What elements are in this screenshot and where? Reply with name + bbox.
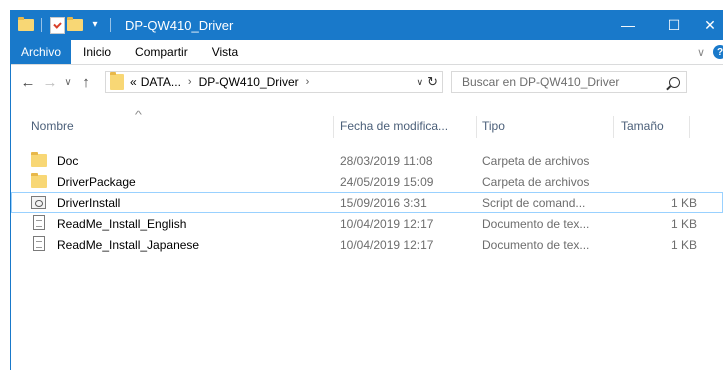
file-row[interactable]: DriverPackage 24/05/2019 15:09 Carpeta d… — [11, 171, 723, 192]
file-date: 24/05/2019 15:09 — [340, 174, 434, 189]
file-size: 1 KB — [670, 237, 697, 252]
address-actions: ∨ ↻ — [417, 74, 443, 90]
maximize-button[interactable]: ☐ — [651, 10, 697, 40]
file-name: Doc — [57, 153, 79, 168]
breadcrumb-data[interactable]: DATA... — [141, 75, 181, 89]
minimize-button[interactable]: — — [605, 10, 651, 40]
new-folder-icon[interactable] — [66, 10, 84, 40]
refresh-icon[interactable]: ↻ — [427, 74, 438, 90]
chevron-right-icon[interactable]: › — [306, 76, 310, 88]
recent-locations-chevron-icon[interactable]: ∨ — [61, 70, 75, 94]
back-arrow-icon[interactable]: ← — [17, 70, 39, 94]
column-divider[interactable] — [613, 116, 614, 138]
close-button[interactable]: ✕ — [697, 10, 723, 40]
file-type: Documento de tex... — [482, 216, 590, 231]
file-size — [637, 150, 697, 171]
script-file-icon — [31, 194, 46, 209]
file-date: 15/09/2016 3:31 — [340, 195, 427, 210]
customize-toolbar-dropdown-icon[interactable]: ▾ — [86, 10, 104, 40]
expand-ribbon-chevron-icon[interactable]: ∨ — [697, 46, 705, 59]
search-placeholder: Buscar en DP-QW410_Driver — [462, 75, 620, 89]
ribbon-right: ∨ ? — [697, 40, 723, 64]
text-document-icon — [31, 215, 45, 230]
breadcrumb-overflow[interactable]: « — [130, 75, 137, 89]
tab-vista[interactable]: Vista — [200, 40, 250, 64]
tab-compartir[interactable]: Compartir — [123, 40, 200, 64]
help-icon[interactable]: ? — [713, 45, 723, 59]
file-row[interactable]: ReadMe_Install_English 10/04/2019 12:17 … — [11, 213, 723, 234]
text-document-icon — [31, 236, 45, 251]
column-divider[interactable] — [476, 116, 477, 138]
column-header-type[interactable]: Tipo — [482, 114, 505, 138]
file-date: 28/03/2019 11:08 — [340, 153, 433, 168]
explorer-window: ▾ DP-QW410_Driver — ☐ ✕ Archivo Inicio C… — [10, 10, 723, 370]
up-arrow-icon[interactable]: ↑ — [75, 70, 97, 94]
search-box[interactable]: Buscar en DP-QW410_Driver — [451, 71, 687, 93]
column-header-name[interactable]: Nombre — [31, 114, 74, 138]
quick-access-toolbar: ▾ — [11, 10, 117, 40]
file-type: Script de comand... — [482, 195, 586, 210]
chevron-right-icon[interactable]: › — [188, 76, 192, 88]
breadcrumb-current[interactable]: DP-QW410_Driver — [199, 75, 299, 89]
folder-icon — [17, 10, 35, 40]
window-controls: — ☐ ✕ — [605, 10, 723, 40]
tab-inicio[interactable]: Inicio — [71, 40, 123, 64]
column-header-size[interactable]: Tamaño — [621, 114, 664, 138]
file-row[interactable]: Doc 28/03/2019 11:08 Carpeta de archivos — [11, 150, 723, 171]
file-size: 1 KB — [670, 195, 697, 210]
file-type: Documento de tex... — [482, 237, 590, 252]
file-name: DriverInstall — [57, 195, 121, 210]
forward-arrow-icon[interactable]: → — [39, 70, 61, 94]
tab-archivo[interactable]: Archivo — [11, 40, 72, 64]
navigation-bar: ← → ∨ ↑ « DATA... › DP-QW410_Driver › ∨ … — [11, 65, 723, 99]
file-list: Doc 28/03/2019 11:08 Carpeta de archivos… — [11, 150, 723, 255]
file-date: 10/04/2019 12:17 — [340, 216, 434, 231]
sort-ascending-icon: ^ — [134, 110, 142, 121]
file-name: DriverPackage — [57, 174, 136, 189]
column-divider[interactable] — [333, 116, 334, 138]
file-row-selected[interactable]: DriverInstall 15/09/2016 3:31 Script de … — [11, 192, 723, 213]
ribbon-tabs: Archivo Inicio Compartir Vista ∨ ? — [11, 40, 723, 65]
folder-icon — [110, 72, 124, 90]
column-header-date[interactable]: Fecha de modifica... — [340, 114, 448, 138]
toolbar-divider — [110, 18, 111, 32]
file-type: Carpeta de archivos — [482, 174, 590, 189]
file-row[interactable]: ReadMe_Install_Japanese 10/04/2019 12:17… — [11, 234, 723, 255]
file-size: 1 KB — [670, 216, 697, 231]
file-name: ReadMe_Install_Japanese — [57, 237, 200, 252]
window-title: DP-QW410_Driver — [125, 17, 234, 33]
address-dropdown-icon[interactable]: ∨ — [417, 77, 424, 88]
file-date: 10/04/2019 12:17 — [340, 237, 434, 252]
file-name: ReadMe_Install_English — [57, 216, 187, 231]
toolbar-divider — [41, 18, 42, 32]
search-icon[interactable] — [669, 76, 680, 88]
column-headers: ^ Nombre Fecha de modifica... Tipo Tamañ… — [11, 110, 723, 138]
column-divider[interactable] — [689, 116, 690, 138]
properties-icon[interactable] — [48, 10, 66, 40]
file-size — [637, 171, 697, 192]
folder-icon — [31, 173, 47, 188]
file-type: Carpeta de archivos — [482, 153, 590, 168]
address-bar[interactable]: « DATA... › DP-QW410_Driver › ∨ ↻ — [105, 71, 443, 93]
folder-icon — [31, 152, 47, 167]
title-bar: ▾ DP-QW410_Driver — ☐ ✕ — [11, 10, 723, 40]
